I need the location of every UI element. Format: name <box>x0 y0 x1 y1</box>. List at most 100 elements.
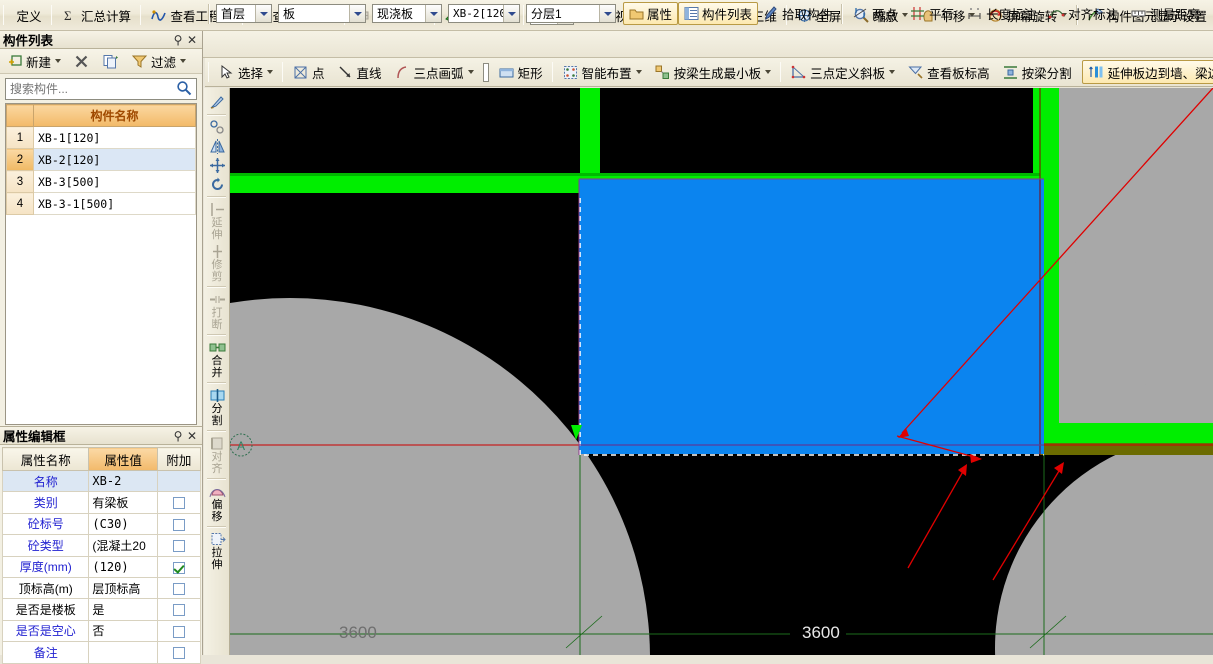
component-list-grid[interactable]: 构件名称 1 XB-1[120] 2 XB-2[120] 3 XB-3[500] <box>5 103 197 425</box>
tool-point[interactable]: 点 <box>286 59 331 85</box>
cad-canvas[interactable]: A 3600 3600 <box>230 88 1213 655</box>
property-value[interactable]: 是 <box>88 598 158 621</box>
tool-parallel[interactable]: 平行 <box>903 1 960 27</box>
chevron-down-icon[interactable] <box>267 70 274 74</box>
vtool-stretch[interactable]: 拉伸 <box>204 530 229 572</box>
property-attach[interactable] <box>156 619 202 643</box>
attach-checkbox[interactable] <box>172 582 185 595</box>
property-value[interactable]: 有梁板 <box>88 491 158 514</box>
vtool-align[interactable]: 对齐 <box>204 434 229 476</box>
attach-checkbox[interactable] <box>172 518 185 531</box>
chevron-down-icon[interactable] <box>425 5 441 22</box>
chevron-down-icon[interactable] <box>889 70 896 74</box>
property-value[interactable]: 否 <box>88 619 158 643</box>
chevron-down-icon[interactable] <box>349 5 365 22</box>
property-attach[interactable] <box>156 512 202 536</box>
chevron-down-icon[interactable] <box>635 70 642 74</box>
property-row[interactable]: 顶标高(m) 层顶标高 <box>1 576 202 600</box>
table-row[interactable]: 3 XB-3[500] <box>6 170 196 193</box>
selector-component[interactable]: XB-2[120] <box>448 4 520 23</box>
button-component-list[interactable]: 构件列表 <box>678 2 759 25</box>
tool-two-point[interactable]: 两点 <box>846 1 903 27</box>
tool-line[interactable]: 直线 <box>331 59 388 85</box>
attach-checkbox[interactable] <box>172 647 185 660</box>
vtool-mirror[interactable] <box>204 137 229 156</box>
chevron-down-icon[interactable] <box>599 5 615 22</box>
table-row[interactable]: 1 XB-1[120] <box>6 126 196 149</box>
chevron-down-icon[interactable] <box>180 59 187 63</box>
attach-checkbox[interactable] <box>172 561 185 574</box>
chevron-down-icon[interactable] <box>255 5 271 22</box>
cad-drawing[interactable]: A 3600 3600 <box>230 88 1213 655</box>
table-row[interactable]: 2 XB-2[120] <box>6 148 196 171</box>
attach-checkbox[interactable] <box>172 604 185 617</box>
property-attach[interactable] <box>156 534 202 557</box>
vtool-extend[interactable]: 延伸 <box>204 200 229 242</box>
tool-min-slab-by-beam[interactable]: 按梁生成最小板 <box>648 59 778 85</box>
vtool-copy-move[interactable] <box>204 118 229 137</box>
tool-extend-slab-edge[interactable]: 延伸板边到墙、梁边 <box>1081 60 1213 84</box>
property-row[interactable]: 是否是楼板 是 <box>1 598 202 621</box>
property-value[interactable]: (C30) <box>88 512 158 536</box>
property-row[interactable]: 是否是空心 否 <box>1 619 202 643</box>
property-value[interactable]: 层顶标高 <box>88 576 158 600</box>
chevron-down-icon[interactable] <box>765 70 772 74</box>
delete-component-button[interactable] <box>67 50 96 72</box>
property-value[interactable]: (120) <box>88 555 158 578</box>
attach-checkbox[interactable] <box>172 497 185 510</box>
property-attach[interactable] <box>156 491 202 514</box>
property-row[interactable]: 砼类型 (混凝土20 <box>1 534 202 557</box>
vtool-brush[interactable] <box>204 88 229 112</box>
button-properties[interactable]: 属性 <box>623 2 679 25</box>
tool-rectangle[interactable]: 矩形 <box>492 59 549 85</box>
pin-icon[interactable]: ⚲ <box>171 33 185 47</box>
arc-option-dropdown[interactable] <box>482 62 489 82</box>
button-pick-component[interactable]: 拾取构件 <box>758 2 838 25</box>
table-row[interactable]: 4 XB-3-1[500] <box>6 192 196 215</box>
chevron-down-icon[interactable] <box>55 59 62 63</box>
filter-button[interactable]: 过滤 <box>125 50 192 72</box>
property-row[interactable]: 名称 XB-2 <box>1 469 202 493</box>
copy-component-button[interactable] <box>96 50 125 72</box>
property-row[interactable]: 备注 <box>1 641 202 664</box>
tool-three-point-arc[interactable]: 三点画弧 <box>388 59 480 85</box>
tool-select[interactable]: 选择 <box>212 59 279 85</box>
tool-align-dim[interactable]: 对齐标注 <box>1042 1 1124 27</box>
property-attach[interactable] <box>156 641 202 664</box>
property-attach[interactable] <box>156 555 202 578</box>
property-row[interactable]: 厚度(mm) (120) <box>1 555 202 578</box>
menu-summary-calc[interactable]: Σ 汇总计算 <box>55 2 137 28</box>
property-row[interactable]: 类别 有梁板 <box>1 491 202 514</box>
tool-measure-distance[interactable]: 测量距离 <box>1124 1 1206 27</box>
selector-type[interactable]: 现浇板 <box>372 4 442 23</box>
property-value[interactable]: XB-2 <box>88 469 158 493</box>
property-row[interactable]: 砼标号 (C30) <box>1 512 202 536</box>
chevron-down-icon[interactable] <box>488 64 489 81</box>
property-value[interactable]: (混凝土20 <box>88 534 158 557</box>
property-attach[interactable] <box>156 598 202 621</box>
attach-checkbox[interactable] <box>172 625 185 638</box>
selector-floor[interactable]: 首层 <box>216 4 272 23</box>
close-icon[interactable]: ✕ <box>185 33 199 47</box>
tool-smart-layout[interactable]: 智能布置 <box>556 59 648 85</box>
tool-length-dim[interactable]: 长度标注 <box>960 1 1042 27</box>
tool-three-point-sloped-slab[interactable]: 三点定义斜板 <box>784 59 901 85</box>
selector-layer[interactable]: 分层1 <box>526 4 616 23</box>
search-input[interactable] <box>6 79 172 99</box>
tool-split-by-beam[interactable]: 按梁分割 <box>996 59 1078 85</box>
vtool-rotate[interactable] <box>204 175 229 194</box>
vtool-split[interactable]: 分割 <box>204 386 229 428</box>
property-value[interactable] <box>88 641 158 664</box>
vtool-merge[interactable]: 合并 <box>204 338 229 380</box>
menu-define[interactable]: 定义 <box>7 2 47 28</box>
close-icon[interactable]: ✕ <box>185 429 199 443</box>
selector-category[interactable]: 板 <box>278 4 366 23</box>
vtool-move[interactable] <box>204 156 229 175</box>
chevron-down-icon[interactable] <box>467 70 474 74</box>
search-icon[interactable] <box>172 80 196 99</box>
vtool-offset[interactable]: 偏移 <box>204 482 229 524</box>
vtool-break[interactable]: 打断 <box>204 290 229 332</box>
attach-checkbox[interactable] <box>172 540 185 553</box>
chevron-down-icon[interactable] <box>503 5 519 22</box>
new-component-button[interactable]: 新建 <box>2 50 67 72</box>
